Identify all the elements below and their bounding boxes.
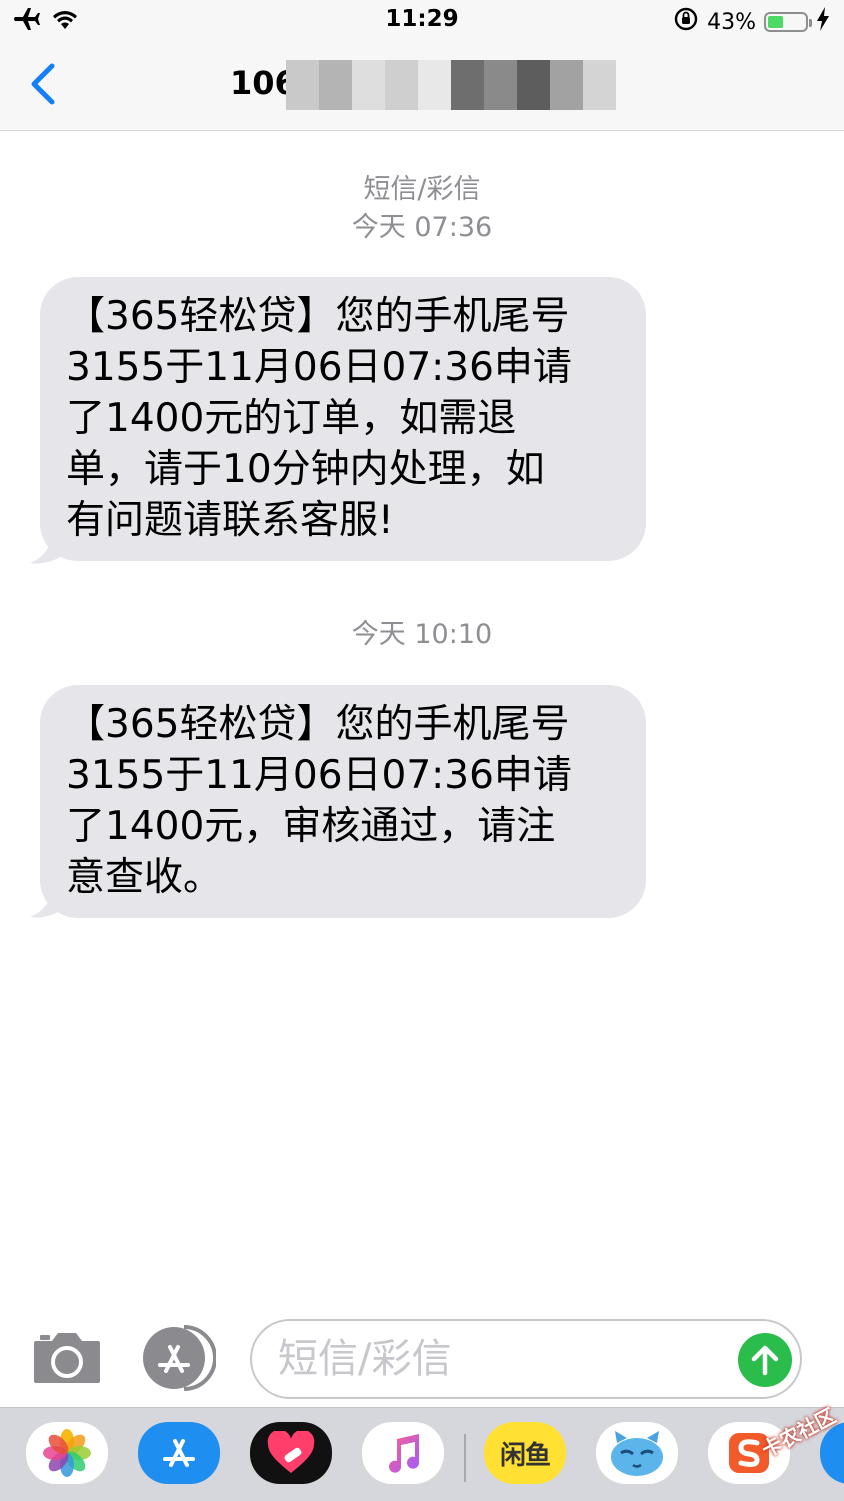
timestamp: 今天 07:36 <box>351 212 493 243</box>
charging-icon <box>816 7 830 37</box>
app-store-icon <box>163 1439 195 1467</box>
photos-app-button[interactable] <box>26 1422 108 1484</box>
xianyu-label: 闲鱼 <box>499 1440 551 1471</box>
timestamp: 今天 10:10 <box>351 619 493 650</box>
redacted-contact-area <box>286 60 616 110</box>
chevron-left-icon <box>31 63 55 105</box>
camera-icon <box>34 1333 100 1383</box>
channel-label: 短信/彩信 <box>363 174 481 205</box>
app-drawer: 闲鱼 <box>0 1407 844 1501</box>
message-placeholder: 短信/彩信 <box>278 1336 452 1382</box>
music-icon <box>389 1434 419 1473</box>
nav-bar: 106 <box>0 40 844 131</box>
cat-face-icon <box>611 1431 663 1476</box>
heart-sticker-app-button[interactable] <box>250 1422 332 1484</box>
battery-icon <box>764 12 812 32</box>
arrow-up-icon <box>751 1345 779 1376</box>
send-button[interactable] <box>738 1333 792 1387</box>
orientation-lock-icon <box>673 6 699 38</box>
app-store-app-button[interactable] <box>138 1422 220 1484</box>
app-store-button[interactable] <box>140 1325 217 1391</box>
heart-sticker-icon <box>267 1431 315 1473</box>
photos-icon <box>43 1429 91 1477</box>
drawer-divider <box>464 1434 466 1482</box>
conversation[interactable]: 短信/彩信 今天 07:36 【365轻松贷】您的手机尾号 3155于11月06… <box>0 131 844 1311</box>
battery-percent: 43% <box>707 9 756 35</box>
message-bubble[interactable]: 【365轻松贷】您的手机尾号 3155于11月06日07:36申请 了1400元… <box>40 685 646 918</box>
message-input[interactable]: 短信/彩信 <box>250 1319 802 1399</box>
camera-button[interactable] <box>32 1329 102 1389</box>
back-button[interactable] <box>18 56 66 112</box>
battery-level <box>768 16 783 28</box>
xianyu-app-button[interactable]: 闲鱼 <box>484 1422 566 1484</box>
status-bar: 11:29 43% <box>0 0 844 40</box>
message-bubble[interactable]: 【365轻松贷】您的手机尾号 3155于11月06日07:36申请 了1400元… <box>40 277 646 561</box>
music-app-button[interactable] <box>362 1422 444 1484</box>
app-store-icon <box>143 1325 217 1391</box>
cat-sticker-app-button[interactable] <box>596 1422 678 1484</box>
input-row: 短信/彩信 <box>0 1311 844 1407</box>
status-right: 43% <box>673 6 830 38</box>
